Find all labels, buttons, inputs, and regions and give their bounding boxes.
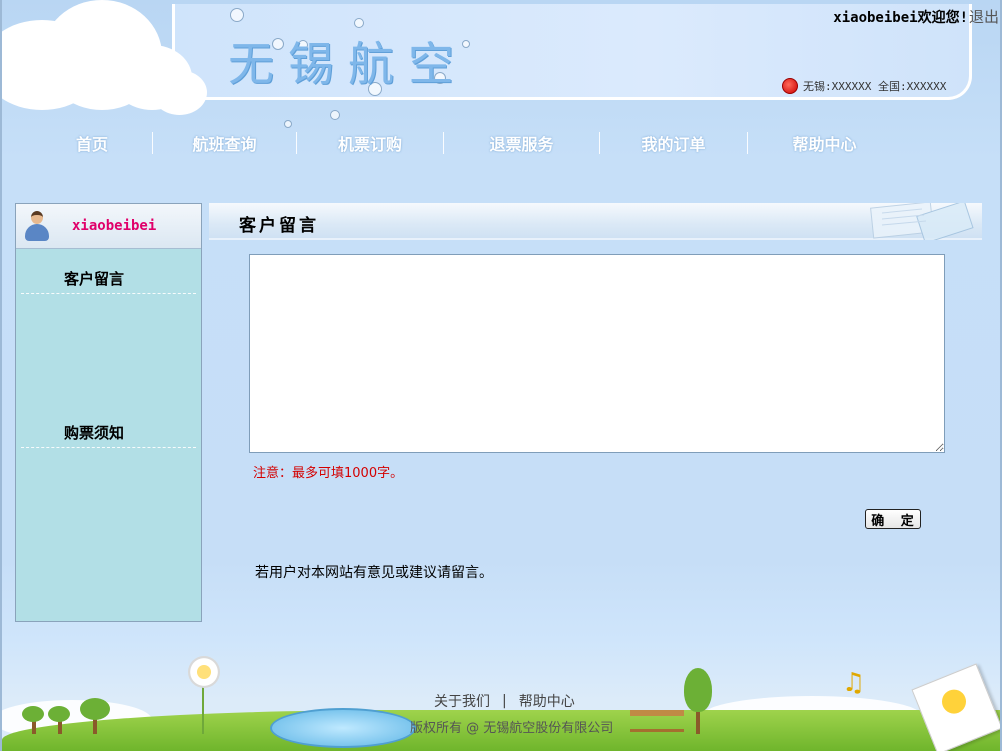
music-note-icon: ♫ bbox=[842, 668, 866, 698]
nav-refund-service[interactable]: 退票服务 bbox=[444, 131, 599, 155]
tree-icon bbox=[684, 668, 712, 712]
nav-divider bbox=[296, 132, 297, 154]
nav-divider bbox=[152, 132, 153, 154]
pond-decoration bbox=[270, 708, 416, 748]
bubble-decoration bbox=[230, 8, 244, 22]
nav-home[interactable]: 首页 bbox=[32, 131, 152, 155]
user-avatar-icon bbox=[24, 211, 50, 241]
nav-divider bbox=[747, 132, 748, 154]
nav-flight-search[interactable]: 航班查询 bbox=[153, 131, 296, 155]
notebook-decoration-icon bbox=[870, 203, 974, 240]
phone-info: 无锡:XXXXXX 全国:XXXXXX bbox=[782, 78, 946, 94]
logout-link[interactable]: 退出 bbox=[969, 6, 999, 27]
page-title: 客户留言 bbox=[239, 216, 319, 236]
tree-icon bbox=[48, 706, 70, 722]
sidebar-divider bbox=[21, 293, 196, 294]
phone-numbers: 无锡:XXXXXX 全国:XXXXXX bbox=[803, 80, 947, 93]
page: 无锡航空 xiaobeibei欢迎您! 退出 无锡:XXXXXX 全国:XXXX… bbox=[0, 0, 1002, 751]
message-textarea[interactable] bbox=[249, 254, 945, 453]
nav-ticket-booking[interactable]: 机票订购 bbox=[297, 131, 443, 155]
bubble-decoration bbox=[284, 120, 292, 128]
tree-icon bbox=[22, 706, 44, 722]
nav-my-orders[interactable]: 我的订单 bbox=[600, 131, 747, 155]
phone-icon bbox=[782, 78, 798, 94]
bubble-decoration bbox=[354, 18, 364, 28]
nav-divider bbox=[599, 132, 600, 154]
confirm-button[interactable]: 确 定 bbox=[865, 509, 921, 529]
site-title: 无锡航空 bbox=[228, 37, 468, 91]
cloud-decoration bbox=[152, 70, 207, 115]
bubble-decoration bbox=[330, 110, 340, 120]
message-hint: 若用户对本网站有意见或建议请留言。 bbox=[255, 565, 493, 581]
nav-divider bbox=[443, 132, 444, 154]
main-nav: 首页 航班查询 机票订购 退票服务 我的订单 帮助中心 bbox=[32, 128, 901, 158]
length-notice: 注意：最多可填1000字。 bbox=[253, 466, 404, 481]
header: 无锡航空 xiaobeibei欢迎您! 退出 无锡:XXXXXX 全国:XXXX… bbox=[2, 0, 1000, 128]
flower-icon bbox=[188, 656, 220, 688]
bench-decoration bbox=[630, 710, 684, 732]
footer-help-link[interactable]: 帮助中心 bbox=[519, 691, 575, 711]
content-title-bar: 客户留言 bbox=[209, 203, 982, 240]
sidebar-user-header: xiaobeibei bbox=[16, 204, 201, 249]
flower-stem bbox=[202, 686, 204, 734]
sidebar-item-customer-message[interactable]: 客户留言 bbox=[16, 268, 124, 289]
welcome-text: xiaobeibei欢迎您! bbox=[833, 10, 968, 26]
footer-about-link[interactable]: 关于我们 bbox=[434, 691, 490, 711]
sidebar-item-ticket-notice[interactable]: 购票须知 bbox=[16, 422, 124, 443]
copyright-text: 版权所有 @ 无锡航空股份有限公司 bbox=[410, 721, 614, 736]
footer-divider: | bbox=[502, 693, 507, 709]
sidebar-username: xiaobeibei bbox=[72, 218, 157, 234]
sidebar: xiaobeibei 客户留言 购票须知 bbox=[15, 203, 202, 622]
footer-links: 关于我们 | 帮助中心 bbox=[434, 691, 575, 711]
tree-icon bbox=[80, 698, 110, 720]
nav-help-center[interactable]: 帮助中心 bbox=[748, 131, 901, 155]
sidebar-divider bbox=[21, 447, 196, 448]
smiley-icon bbox=[938, 685, 970, 718]
